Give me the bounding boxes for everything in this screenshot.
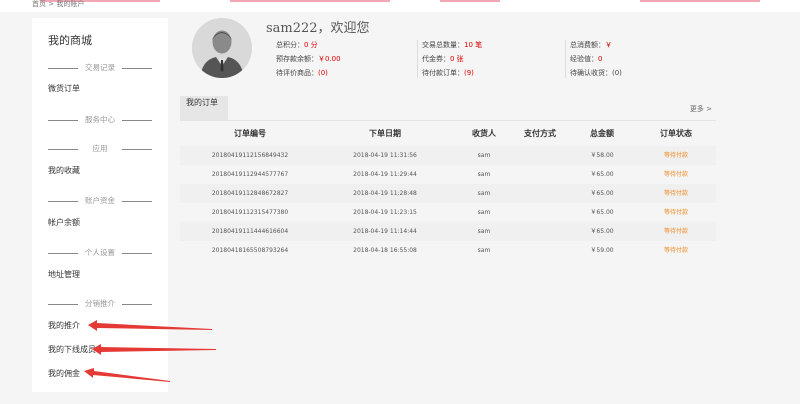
stat-prepaid: 预存款余额：￥0.00 [276,55,341,63]
order-status-cell[interactable]: 等待付款 [646,146,706,165]
column-header: 总金额 [590,129,614,138]
sidebar-section-header: 交易记录 [48,63,152,73]
order-status-cell[interactable]: 等待付款 [646,184,706,203]
order-date-cell: 2018-04-18 16:55:08 [353,247,417,254]
order-id-cell: 20180419112156849432 [211,152,289,159]
sidebar-item-balance[interactable]: 帐户余额 [48,218,80,228]
order-status-cell[interactable]: 等待付款 [646,203,706,222]
sidebar-section-header: 账户资金 [48,196,152,206]
sidebar-item-referrals[interactable]: 我的推介 [48,321,80,331]
orders-tabbar: 我的订单 更多 > [180,96,716,121]
sidebar-section-header: 个人设置 [48,248,152,258]
order-receiver-cell: sam [477,209,491,216]
order-amount-cell: ￥65.00 [590,171,614,178]
user-avatar-icon [192,18,252,78]
order-id-cell: 20180419112944577767 [211,171,289,178]
order-receiver-cell: sam [477,247,491,254]
sidebar-item-address[interactable]: 地址管理 [48,270,80,280]
table-row[interactable]: 20180419112848672827 2018-04-19 11:28:48 s… [180,184,716,203]
sidebar-section-header: 服务中心 [48,115,152,125]
order-id-cell: 20180418165508793264 [211,247,289,254]
order-date-cell: 2018-04-19 11:29:44 [353,171,417,178]
top-bar: 首页 > 我的账户 [0,0,800,12]
sidebar-item-commission[interactable]: 我的佣金 [48,369,80,379]
order-date-cell: 2018-04-19 11:14:44 [353,228,417,235]
column-header: 支付方式 [524,129,556,138]
order-receiver-cell: sam [477,228,491,235]
stat-trade-count: 交易总数量：10 笔 [422,41,483,49]
stat-to-review[interactable]: 待评价商品：(0) [276,68,328,78]
table-row[interactable]: 20180418165508793264 2018-04-18 16:55:08 s… [180,241,716,260]
order-receiver-cell: sam [477,171,491,178]
order-status-cell[interactable]: 等待付款 [646,222,706,241]
order-date-cell: 2018-04-19 11:28:48 [353,190,417,197]
greeting: sam222，欢迎您 [266,21,370,36]
column-header: 下单日期 [369,129,401,138]
column-header: 订单状态 [660,129,692,138]
sidebar-section-header: 应用 [48,144,152,154]
order-id-cell: 20180419112315477380 [211,209,289,216]
stat-experience: 经验值：0 [570,55,603,63]
order-status-cell[interactable]: 等待付款 [646,165,706,184]
stat-total-spent: 总消费额：￥ [570,41,612,49]
column-header: 订单编号 [234,129,266,138]
order-amount-cell: ￥65.00 [590,209,614,216]
order-amount-cell: ￥65.00 [590,190,614,197]
sidebar-section-header: 分销推介 [48,299,152,309]
breadcrumb[interactable]: 首页 > 我的账户 [32,0,84,9]
top-bar-accent [440,0,500,2]
table-row[interactable]: 20180419112315477380 2018-04-19 11:23:15 s… [180,203,716,222]
orders-panel: 我的订单 更多 > 订单编号 下单日期 收货人 支付方式 总金额 订单状态 20… [180,96,716,266]
order-status-cell[interactable]: 等待付款 [646,241,706,260]
sidebar: 我的商城 交易记录 微货订单 服务中心 应用 我的收藏 账户资金 帐户余额 个人… [32,18,168,392]
stat-points: 总积分：0 分 [276,41,318,49]
order-amount-cell: ￥59.00 [590,247,614,254]
profile-summary: sam222，欢迎您 总积分：0 分 预存款余额：￥0.00 待评价商品：(0)… [180,12,720,84]
sidebar-item-downline[interactable]: 我的下线成员 [48,345,96,355]
order-amount-cell: ￥58.00 [590,152,614,159]
table-row[interactable]: 20180419112944577767 2018-04-19 11:29:44 s… [180,165,716,184]
stat-divider [417,40,419,78]
column-header: 收货人 [472,129,496,138]
stat-coupons: 代金券：0 张 [422,55,464,63]
orders-table-header: 订单编号 下单日期 收货人 支付方式 总金额 订单状态 [180,128,716,142]
order-receiver-cell: sam [477,152,491,159]
table-row[interactable]: 20180419112156849432 2018-04-19 11:31:56 s… [180,146,716,165]
order-amount-cell: ￥65.00 [590,228,614,235]
top-bar-accent [230,0,390,2]
top-bar-accent [640,0,760,2]
table-row[interactable]: 20180419111444616604 2018-04-19 11:14:44 s… [180,222,716,241]
stat-to-confirm[interactable]: 待确认收货：(0) [570,68,622,78]
more-link[interactable]: 更多 > [690,104,712,114]
order-date-cell: 2018-04-19 11:31:56 [353,152,417,159]
order-date-cell: 2018-04-19 11:23:15 [353,209,417,216]
sidebar-item-favorites[interactable]: 我的收藏 [48,166,80,176]
order-receiver-cell: sam [477,190,491,197]
order-id-cell: 20180419112848672827 [211,190,289,197]
sidebar-item-orders[interactable]: 微货订单 [48,84,80,94]
stat-divider [565,40,567,78]
order-id-cell: 20180419111444616604 [211,228,289,235]
tab-my-orders[interactable]: 我的订单 [180,96,228,120]
avatar[interactable] [192,18,252,78]
sidebar-title: 我的商城 [48,34,92,47]
stat-unpaid[interactable]: 待付款订单：(9) [422,68,474,78]
